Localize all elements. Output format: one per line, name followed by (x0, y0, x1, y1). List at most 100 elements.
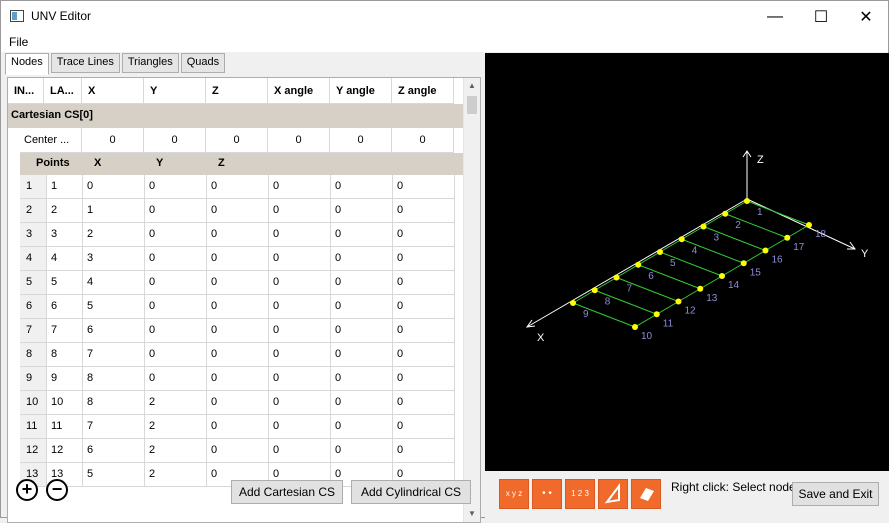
table-cell[interactable]: 0 (331, 271, 393, 295)
vertical-scrollbar[interactable]: ▲ ▼ (463, 78, 480, 522)
table-row[interactable]: 10 10 8 2 0 0 0 0 (20, 391, 455, 415)
table-cell[interactable]: 0 (145, 367, 207, 391)
table-cell[interactable]: 0 (331, 343, 393, 367)
table-cell[interactable]: 2 (47, 199, 83, 223)
table-cell[interactable]: 6 (47, 295, 83, 319)
table-cell[interactable]: 0 (393, 319, 455, 343)
table-cell[interactable]: 0 (331, 175, 393, 199)
table-cell[interactable]: 0 (207, 319, 269, 343)
axes-icon[interactable]: x y z (499, 479, 529, 509)
node-point[interactable] (719, 273, 725, 279)
table-cell[interactable]: 9 (47, 367, 83, 391)
table-cell[interactable]: 0 (269, 319, 331, 343)
header-x-angle[interactable]: X angle (268, 78, 330, 104)
node-point[interactable] (657, 249, 663, 255)
table-cell[interactable]: 7 (83, 415, 145, 439)
table-cell[interactable]: 5 (83, 295, 145, 319)
table-cell[interactable]: 0 (269, 415, 331, 439)
table-cell[interactable]: 0 (269, 343, 331, 367)
table-cell[interactable]: 10 (47, 391, 83, 415)
table-cell[interactable]: 7 (47, 319, 83, 343)
table-cell[interactable]: 0 (207, 271, 269, 295)
row-header[interactable]: 4 (20, 247, 47, 271)
table-cell[interactable]: 0 (207, 391, 269, 415)
save-and-exit-button[interactable]: Save and Exit (792, 482, 879, 506)
table-cell[interactable]: 0 (145, 319, 207, 343)
table-cell[interactable]: 0 (207, 199, 269, 223)
table-cell[interactable]: 0 (207, 415, 269, 439)
table-cell[interactable]: 0 (269, 247, 331, 271)
node-point[interactable] (697, 285, 704, 292)
node-point[interactable] (806, 222, 812, 228)
table-cell[interactable]: 2 (145, 463, 207, 487)
nodes-icon[interactable]: • • (532, 479, 562, 509)
header-y[interactable]: Y (144, 78, 206, 104)
numbering-icon[interactable]: 1 2 3 (565, 479, 595, 509)
center-y-angle[interactable]: 0 (330, 128, 392, 153)
header-x[interactable]: X (82, 78, 144, 104)
row-header[interactable]: 11 (20, 415, 47, 439)
row-header[interactable]: 10 (20, 391, 47, 415)
scroll-down-icon[interactable]: ▼ (464, 506, 480, 522)
table-cell[interactable]: 0 (393, 343, 455, 367)
3d-viewport[interactable]: Z Y X 1 2 3 4 5 6 7 8 9 10 11 12 13 14 15 16 17 18 (485, 53, 889, 471)
table-cell[interactable]: 0 (331, 415, 393, 439)
table-cell[interactable]: 0 (207, 367, 269, 391)
group-cartesian-cs[interactable]: Cartesian CS[0] (8, 104, 464, 128)
tab-triangles[interactable]: Triangles (121, 53, 179, 73)
table-cell[interactable]: 0 (269, 295, 331, 319)
table-cell[interactable]: 1 (47, 175, 83, 199)
table-cell[interactable]: 11 (47, 415, 83, 439)
header-y-angle[interactable]: Y angle (330, 78, 392, 104)
table-row[interactable]: 22100000 (20, 199, 455, 223)
add-cartesian-cs-button[interactable]: Add Cartesian CS (231, 480, 343, 504)
table-row[interactable]: 33200000 (20, 223, 455, 247)
center-z-angle[interactable]: 0 (392, 128, 454, 153)
node-point[interactable] (762, 247, 769, 254)
add-cylindrical-cs-button[interactable]: Add Cylindrical CS (351, 480, 471, 504)
node-point[interactable] (744, 198, 750, 204)
triangle-icon[interactable] (598, 479, 628, 509)
add-button[interactable]: + (16, 479, 38, 501)
center-label[interactable]: Center ... (20, 128, 82, 153)
row-header[interactable]: 7 (20, 319, 47, 343)
table-cell[interactable]: 0 (331, 439, 393, 463)
table-cell[interactable]: 0 (331, 247, 393, 271)
table-row[interactable]: 12 12 6 2 0 0 0 0 (20, 439, 455, 463)
close-button[interactable]: ✕ (843, 1, 889, 32)
table-cell[interactable]: 4 (47, 247, 83, 271)
table-cell[interactable]: 0 (269, 199, 331, 223)
table-row[interactable]: 55400000 (20, 271, 455, 295)
minimize-button[interactable]: — (752, 1, 798, 32)
tab-nodes[interactable]: Nodes (5, 53, 49, 75)
table-row[interactable]: 77600000 (20, 319, 455, 343)
tab-trace-lines[interactable]: Trace Lines (50, 53, 120, 73)
table-cell[interactable]: 2 (145, 439, 207, 463)
table-cell[interactable]: 0 (393, 415, 455, 439)
table-cell[interactable]: 0 (269, 391, 331, 415)
node-point[interactable] (784, 234, 791, 241)
table-cell[interactable]: 0 (393, 247, 455, 271)
table-cell[interactable]: 6 (83, 439, 145, 463)
table-cell[interactable]: 0 (331, 319, 393, 343)
center-x[interactable]: 0 (82, 128, 144, 153)
table-cell[interactable]: 0 (207, 247, 269, 271)
maximize-button[interactable]: ☐ (798, 1, 844, 32)
remove-button[interactable]: − (46, 479, 68, 501)
row-header[interactable]: 6 (20, 295, 47, 319)
table-cell[interactable]: 5 (47, 271, 83, 295)
table-cell[interactable]: 12 (47, 439, 83, 463)
row-header[interactable]: 12 (20, 439, 47, 463)
table-cell[interactable]: 0 (269, 271, 331, 295)
header-z-angle[interactable]: Z angle (392, 78, 454, 104)
table-row[interactable]: 66500000 (20, 295, 455, 319)
node-point[interactable] (700, 223, 707, 230)
table-row[interactable]: 88700000 (20, 343, 455, 367)
table-cell[interactable]: 0 (331, 199, 393, 223)
table-cell[interactable]: 0 (207, 175, 269, 199)
table-cell[interactable]: 0 (269, 223, 331, 247)
row-header[interactable]: 8 (20, 343, 47, 367)
table-cell[interactable]: 0 (207, 295, 269, 319)
node-point[interactable] (722, 210, 729, 217)
table-cell[interactable]: 0 (269, 439, 331, 463)
